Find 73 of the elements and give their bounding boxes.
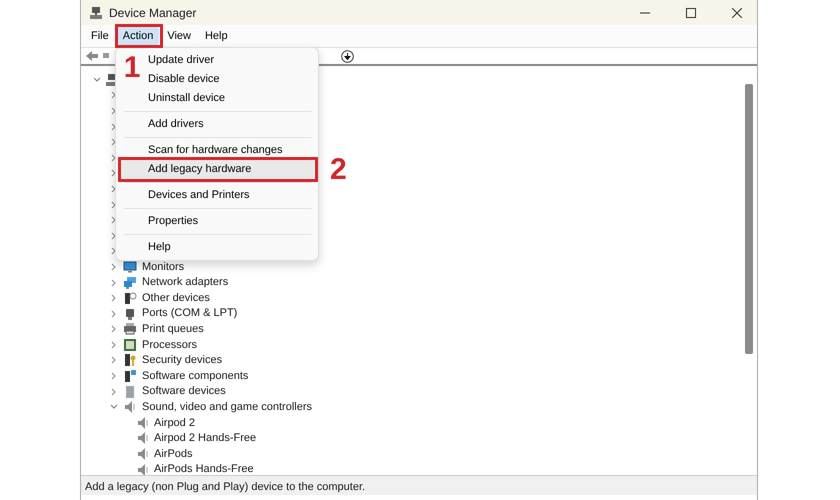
tree-item[interactable]: Sound, video and game controllers xyxy=(142,399,312,416)
expand-chevron-icon[interactable] xyxy=(110,372,118,380)
chip-icon xyxy=(123,338,137,352)
menu-item[interactable]: Action xyxy=(116,27,160,45)
expand-chevron-icon[interactable] xyxy=(110,91,118,100)
expand-chevron-icon[interactable] xyxy=(110,122,118,131)
step-number: 1 xyxy=(124,53,140,83)
tree-item[interactable]: Software components xyxy=(142,368,248,384)
speaker-icon xyxy=(136,431,150,446)
expand-chevron-icon[interactable] xyxy=(110,310,118,318)
printer-icon xyxy=(123,322,137,336)
expand-chevron-icon[interactable] xyxy=(110,388,118,396)
speaker-icon xyxy=(136,416,150,430)
tree-item[interactable]: Monitors xyxy=(142,258,184,276)
component-icon xyxy=(123,369,137,384)
expand-chevron-icon[interactable] xyxy=(110,356,118,364)
tree-item[interactable]: Print queues xyxy=(142,321,204,338)
expand-chevron-icon[interactable] xyxy=(110,278,118,287)
menu-item[interactable]: Help xyxy=(120,238,314,257)
expand-chevron-icon[interactable] xyxy=(110,216,118,224)
tree-item[interactable]: AirPods xyxy=(154,446,193,462)
expand-chevron-icon[interactable] xyxy=(110,154,118,162)
speaker-icon xyxy=(123,400,137,414)
expand-chevron-icon[interactable] xyxy=(110,247,118,256)
speaker-icon xyxy=(136,447,150,462)
tree-item[interactable]: Other devices xyxy=(142,290,210,306)
back-arrow-icon xyxy=(85,50,99,62)
menu-item[interactable]: View xyxy=(161,27,197,45)
security-icon xyxy=(123,353,137,368)
download-button[interactable] xyxy=(341,50,354,62)
expand-chevron-icon[interactable] xyxy=(110,200,118,209)
expand-chevron-icon[interactable] xyxy=(110,262,118,271)
window-title: Device Manager xyxy=(109,4,196,22)
expand-chevron-icon[interactable] xyxy=(110,138,118,146)
expand-chevron-icon[interactable] xyxy=(110,325,118,334)
network-icon xyxy=(123,276,137,290)
port-icon xyxy=(123,306,137,321)
monitor-icon xyxy=(123,260,137,274)
collapse-chevron-icon[interactable] xyxy=(93,76,101,84)
menu-item[interactable]: Add legacy hardware xyxy=(120,160,314,179)
tree-item[interactable]: Security devices xyxy=(142,352,222,369)
device-icon xyxy=(123,384,137,399)
scrollbar-thumb[interactable] xyxy=(745,84,753,354)
tree-item[interactable]: Processors xyxy=(142,336,198,354)
expand-chevron-icon[interactable] xyxy=(110,106,118,115)
close-icon xyxy=(732,8,742,18)
back-button[interactable] xyxy=(85,50,99,62)
expand-chevron-icon[interactable] xyxy=(110,294,118,302)
speaker-icon xyxy=(136,462,150,475)
menu-item[interactable]: Add drivers xyxy=(120,115,314,134)
expand-chevron-icon[interactable] xyxy=(110,184,118,193)
menu-item[interactable]: Devices and Printers xyxy=(120,186,314,205)
menu-item[interactable]: File xyxy=(85,27,115,45)
tree-item[interactable]: Network adapters xyxy=(142,274,228,291)
tree-item[interactable]: Airpod 2 xyxy=(154,414,195,432)
tree-item[interactable]: AirPods Hands-Free xyxy=(154,461,254,475)
tree-item[interactable]: Airpod 2 Hands-Free xyxy=(154,430,256,447)
menu-item[interactable]: Uninstall device xyxy=(120,89,314,108)
menu-item[interactable]: Help xyxy=(198,27,234,45)
status-bar: Add a legacy (non Plug and Play) device to the computer. xyxy=(81,475,757,495)
expand-chevron-icon[interactable] xyxy=(110,169,118,178)
step-number: 2 xyxy=(330,155,347,185)
collapse-chevron-icon[interactable] xyxy=(110,403,118,412)
expand-chevron-icon[interactable] xyxy=(110,340,118,349)
computer-icon xyxy=(89,6,103,20)
tree-item[interactable]: Software devices xyxy=(142,383,226,400)
highlight-frame xyxy=(114,24,164,48)
tree-item[interactable]: Ports (COM & LPT) xyxy=(142,305,238,322)
maximize-icon xyxy=(686,8,696,18)
menu-item[interactable]: Scan for hardware changes xyxy=(120,141,314,160)
expand-chevron-icon[interactable] xyxy=(110,232,118,240)
download-icon xyxy=(341,50,354,62)
menu-item[interactable]: Properties xyxy=(120,212,314,231)
